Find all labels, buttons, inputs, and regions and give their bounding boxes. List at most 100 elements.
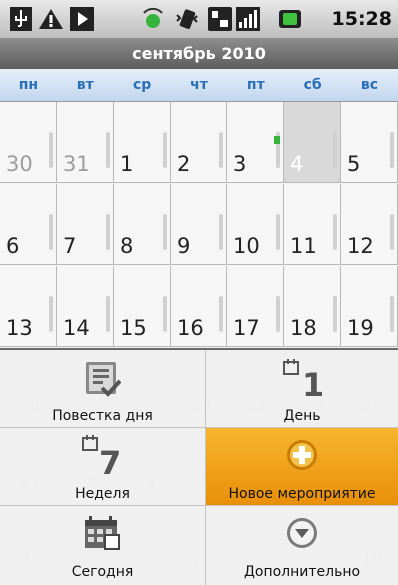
day-cell[interactable]: 16 [171, 266, 227, 347]
agenda-icon [85, 360, 121, 402]
signal-strength-icon [236, 7, 260, 35]
day-number: 17 [233, 316, 260, 340]
event-marker [274, 136, 280, 144]
month-title: сентябрь 2010 [0, 39, 398, 69]
event-track [163, 296, 167, 332]
day-number: 6 [6, 234, 20, 258]
day-cell[interactable]: 7 [57, 184, 114, 265]
day-number: 31 [63, 152, 90, 176]
day-cell[interactable]: 6 [0, 184, 57, 265]
signal-3g-icon [208, 7, 232, 35]
week-label: Неделя [75, 486, 130, 502]
day-number: 4 [290, 152, 304, 176]
event-track [106, 296, 110, 332]
event-track [49, 132, 53, 168]
sync-icon [140, 7, 166, 35]
day-cell[interactable]: 15 [114, 266, 171, 347]
event-track [163, 132, 167, 168]
new-event-menu-item[interactable]: Новое мероприятие [206, 428, 398, 506]
week-view-icon: 7 [81, 432, 125, 482]
day-number: 16 [177, 316, 204, 340]
event-track [333, 296, 337, 332]
day-menu-item[interactable]: 1 День [206, 350, 398, 428]
day-cell[interactable]: 5 [341, 102, 398, 183]
week-menu-item[interactable]: 7 Неделя [0, 428, 206, 506]
today-icon [83, 514, 123, 558]
weekday-label: чт [190, 77, 208, 93]
event-track [333, 132, 337, 168]
weekday-label: пн [18, 77, 39, 93]
new-event-label: Новое мероприятие [228, 486, 376, 502]
day-cell[interactable]: 17 [227, 266, 284, 347]
event-track [390, 296, 394, 332]
options-menu: 20 21 22 23 24 25 26 27 28 29 30 4 7 10 … [0, 348, 398, 585]
warning-icon [38, 7, 64, 35]
agenda-label: Повестка дня [52, 408, 153, 424]
day-cell[interactable]: 14 [57, 266, 114, 347]
day-number: 11 [290, 234, 317, 258]
day-cell[interactable]: 10 [227, 184, 284, 265]
day-number: 7 [63, 234, 77, 258]
day-cell[interactable]: 19 [341, 266, 398, 347]
day-number: 19 [347, 316, 374, 340]
day-cell[interactable]: 13 [0, 266, 57, 347]
event-track [163, 214, 167, 250]
svg-text:7: 7 [99, 444, 121, 478]
day-number: 2 [177, 152, 191, 176]
day-cell[interactable]: 2 [171, 102, 227, 183]
event-track [219, 296, 223, 332]
play-store-icon [70, 7, 94, 35]
day-number: 15 [120, 316, 147, 340]
month-grid[interactable]: 30 31 1 2 3 4 5 6 7 8 9 10 11 12 13 14 15 16 17 18 19 [0, 102, 398, 348]
event-track [106, 132, 110, 168]
event-track [106, 214, 110, 250]
day-cell[interactable]: 30 [0, 102, 57, 183]
day-cell[interactable]: 8 [114, 184, 171, 265]
weekday-label: сб [303, 77, 322, 93]
day-cell[interactable]: 3 [227, 102, 284, 183]
weekday-label: вс [360, 77, 379, 93]
day-number: 3 [233, 152, 247, 176]
day-number: 14 [63, 316, 90, 340]
event-track [390, 132, 394, 168]
today-menu-item[interactable]: Сегодня [0, 506, 206, 585]
event-track [219, 214, 223, 250]
more-menu-item[interactable]: Дополнительно [206, 506, 398, 585]
day-cell[interactable]: 18 [284, 266, 341, 347]
event-track [333, 214, 337, 250]
day-cell[interactable]: 1 [114, 102, 171, 183]
day-label: День [283, 408, 321, 424]
event-track [276, 214, 280, 250]
day-cell[interactable]: 4 [284, 102, 341, 183]
weekday-label: вт [76, 77, 94, 93]
day-cell[interactable]: 12 [341, 184, 398, 265]
day-number: 13 [6, 316, 33, 340]
usb-icon [10, 7, 32, 35]
more-label: Дополнительно [243, 564, 361, 580]
event-track [219, 132, 223, 168]
clock: 15:28 [331, 8, 392, 30]
day-view-icon: 1 [282, 356, 324, 404]
event-track [390, 214, 394, 250]
day-number: 5 [347, 152, 361, 176]
agenda-menu-item[interactable]: Повестка дня [0, 350, 206, 428]
svg-text:1: 1 [302, 366, 322, 400]
add-event-icon [285, 438, 319, 476]
weekday-label: пт [246, 77, 265, 93]
today-label: Сегодня [71, 564, 134, 580]
weekday-label: ср [132, 77, 152, 93]
day-number: 8 [120, 234, 134, 258]
event-track [276, 296, 280, 332]
more-icon [285, 516, 319, 554]
day-number: 12 [347, 234, 374, 258]
day-cell[interactable]: 31 [57, 102, 114, 183]
event-track [49, 214, 53, 250]
weekday-header: пн вт ср чт пт сб вс [0, 69, 398, 102]
day-number: 18 [290, 316, 317, 340]
day-number: 10 [233, 234, 260, 258]
vibrate-icon [174, 7, 200, 35]
day-cell[interactable]: 11 [284, 184, 341, 265]
event-track [49, 296, 53, 332]
day-number: 30 [6, 152, 33, 176]
day-cell[interactable]: 9 [171, 184, 227, 265]
